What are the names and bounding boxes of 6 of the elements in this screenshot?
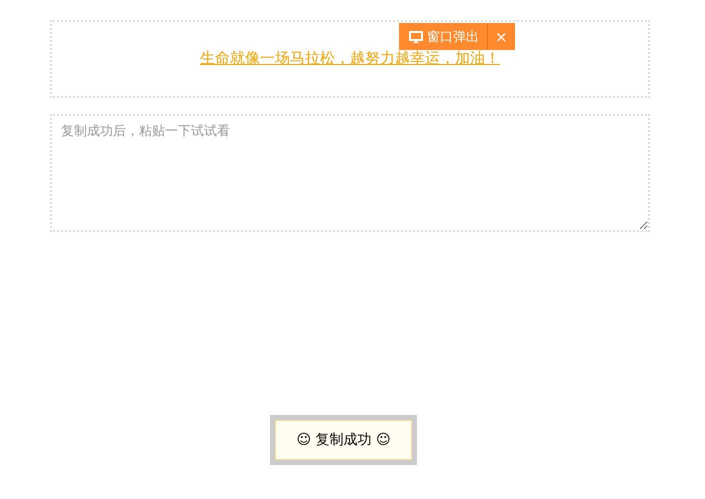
quote-link[interactable]: 生命就像一场马拉松，越努力越幸运，加油！	[200, 49, 500, 68]
toast-message: ☺ 复制成功 ☺	[270, 415, 417, 465]
monitor-icon	[409, 30, 423, 42]
close-button[interactable]: ×	[488, 23, 515, 50]
paste-textarea[interactable]: 复制成功后，粘贴一下试试看	[50, 114, 650, 232]
popup-window-button[interactable]: 窗口弹出	[399, 23, 488, 50]
